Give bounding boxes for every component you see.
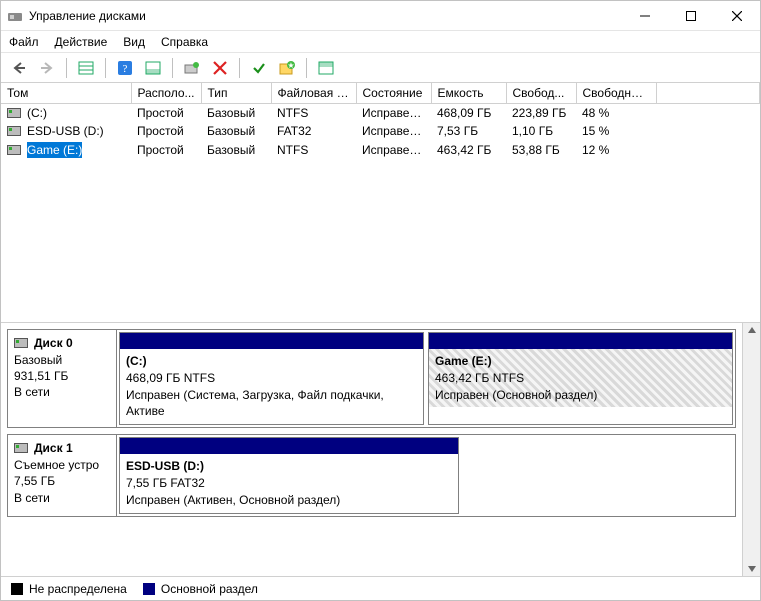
view-bottom-icon[interactable] bbox=[141, 56, 165, 80]
window-controls bbox=[622, 1, 760, 30]
disk-row: Диск 1Съемное устро7,55 ГБВ сетиESD-USB … bbox=[7, 434, 736, 516]
view-list-icon[interactable] bbox=[74, 56, 98, 80]
back-button[interactable] bbox=[7, 56, 31, 80]
scroll-up-icon[interactable] bbox=[747, 326, 757, 334]
disk-icon bbox=[14, 443, 28, 453]
volumes-table-wrap[interactable]: Том Располо... Тип Файловая с... Состоян… bbox=[1, 83, 760, 323]
menu-file[interactable]: Файл bbox=[9, 35, 39, 49]
volumes-table: Том Располо... Тип Файловая с... Состоян… bbox=[1, 83, 760, 160]
col-state[interactable]: Состояние bbox=[356, 83, 431, 104]
col-blank[interactable] bbox=[656, 83, 760, 104]
table-row[interactable]: Game (E:)ПростойБазовыйNTFSИсправен...46… bbox=[1, 140, 760, 160]
disk-management-window: Управление дисками Файл Действие Вид Спр… bbox=[0, 0, 761, 601]
table-row[interactable]: (C:)ПростойБазовыйNTFSИсправен...468,09 … bbox=[1, 104, 760, 123]
table-row[interactable]: ESD-USB (D:)ПростойБазовыйFAT32Исправен.… bbox=[1, 122, 760, 140]
scroll-down-icon[interactable] bbox=[747, 565, 757, 573]
menubar: Файл Действие Вид Справка bbox=[1, 31, 760, 53]
partition-box[interactable]: ESD-USB (D:)7,55 ГБ FAT32Исправен (Актив… bbox=[119, 437, 459, 513]
content: Том Располо... Тип Файловая с... Состоян… bbox=[1, 83, 760, 600]
volume-icon bbox=[7, 126, 21, 136]
delete-icon[interactable] bbox=[208, 56, 232, 80]
svg-text:?: ? bbox=[123, 63, 128, 75]
window-title: Управление дисками bbox=[29, 9, 622, 23]
disk-label-box[interactable]: Диск 1Съемное устро7,55 ГБВ сети bbox=[7, 434, 117, 516]
refresh-icon[interactable] bbox=[180, 56, 204, 80]
disk-label-box[interactable]: Диск 0Базовый931,51 ГБВ сети bbox=[7, 329, 117, 428]
col-tom[interactable]: Том bbox=[1, 83, 131, 104]
volume-icon bbox=[7, 108, 21, 118]
col-free[interactable]: Свобод... bbox=[506, 83, 576, 104]
titlebar[interactable]: Управление дисками bbox=[1, 1, 760, 31]
svg-text:★: ★ bbox=[287, 61, 294, 70]
menu-view[interactable]: Вид bbox=[123, 35, 145, 49]
partition-area: (C:)468,09 ГБ NTFSИсправен (Система, Заг… bbox=[117, 329, 736, 428]
app-icon bbox=[7, 8, 23, 24]
table-header-row: Том Располо... Тип Файловая с... Состоян… bbox=[1, 83, 760, 104]
col-capacity[interactable]: Емкость bbox=[431, 83, 506, 104]
col-raspolo[interactable]: Располо... bbox=[131, 83, 201, 104]
col-fs[interactable]: Файловая с... bbox=[271, 83, 356, 104]
partition-box[interactable]: Game (E:)463,42 ГБ NTFSИсправен (Основно… bbox=[428, 332, 733, 425]
new-partition-icon[interactable]: ★ bbox=[275, 56, 299, 80]
help-icon[interactable]: ? bbox=[113, 56, 137, 80]
graphic-wrap: Диск 0Базовый931,51 ГБВ сети(C:)468,09 Г… bbox=[1, 323, 760, 576]
minimize-button[interactable] bbox=[622, 1, 668, 30]
forward-button[interactable] bbox=[35, 56, 59, 80]
volume-icon bbox=[7, 145, 21, 155]
maximize-button[interactable] bbox=[668, 1, 714, 30]
partition-box[interactable]: (C:)468,09 ГБ NTFSИсправен (Система, Заг… bbox=[119, 332, 424, 425]
checkmark-icon[interactable] bbox=[247, 56, 271, 80]
legend: Не распределена Основной раздел bbox=[1, 576, 760, 600]
legend-unallocated: Не распределена bbox=[11, 582, 127, 596]
vertical-scrollbar[interactable] bbox=[742, 323, 760, 576]
disk-row: Диск 0Базовый931,51 ГБВ сети(C:)468,09 Г… bbox=[7, 329, 736, 428]
toolbar: ? ★ bbox=[1, 53, 760, 83]
disk-icon bbox=[14, 338, 28, 348]
legend-primary: Основной раздел bbox=[143, 582, 258, 596]
menu-help[interactable]: Справка bbox=[161, 35, 208, 49]
menu-action[interactable]: Действие bbox=[55, 35, 108, 49]
col-freepct[interactable]: Свободно % bbox=[576, 83, 656, 104]
graphic-inner: Диск 0Базовый931,51 ГБВ сети(C:)468,09 Г… bbox=[1, 323, 742, 576]
partition-area: ESD-USB (D:)7,55 ГБ FAT32Исправен (Актив… bbox=[117, 434, 736, 516]
view-top-icon[interactable] bbox=[314, 56, 338, 80]
col-tip[interactable]: Тип bbox=[201, 83, 271, 104]
close-button[interactable] bbox=[714, 1, 760, 30]
